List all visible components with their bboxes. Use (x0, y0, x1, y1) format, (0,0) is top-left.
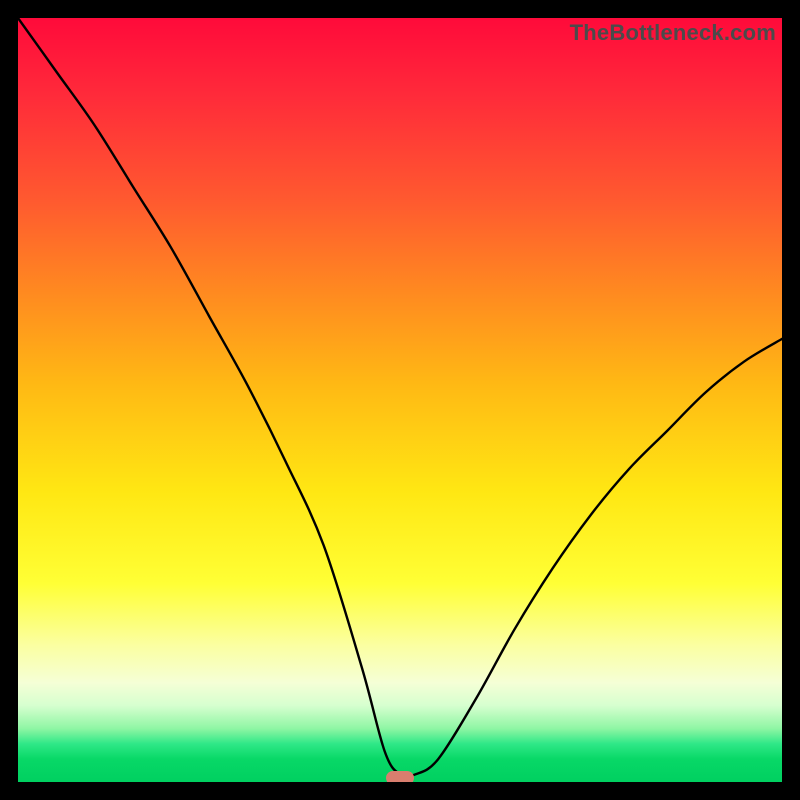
watermark-text: TheBottleneck.com (570, 20, 776, 46)
optimum-marker (386, 771, 414, 782)
plot-area: TheBottleneck.com (18, 18, 782, 782)
background-gradient (18, 18, 782, 782)
stage: TheBottleneck.com (0, 0, 800, 800)
